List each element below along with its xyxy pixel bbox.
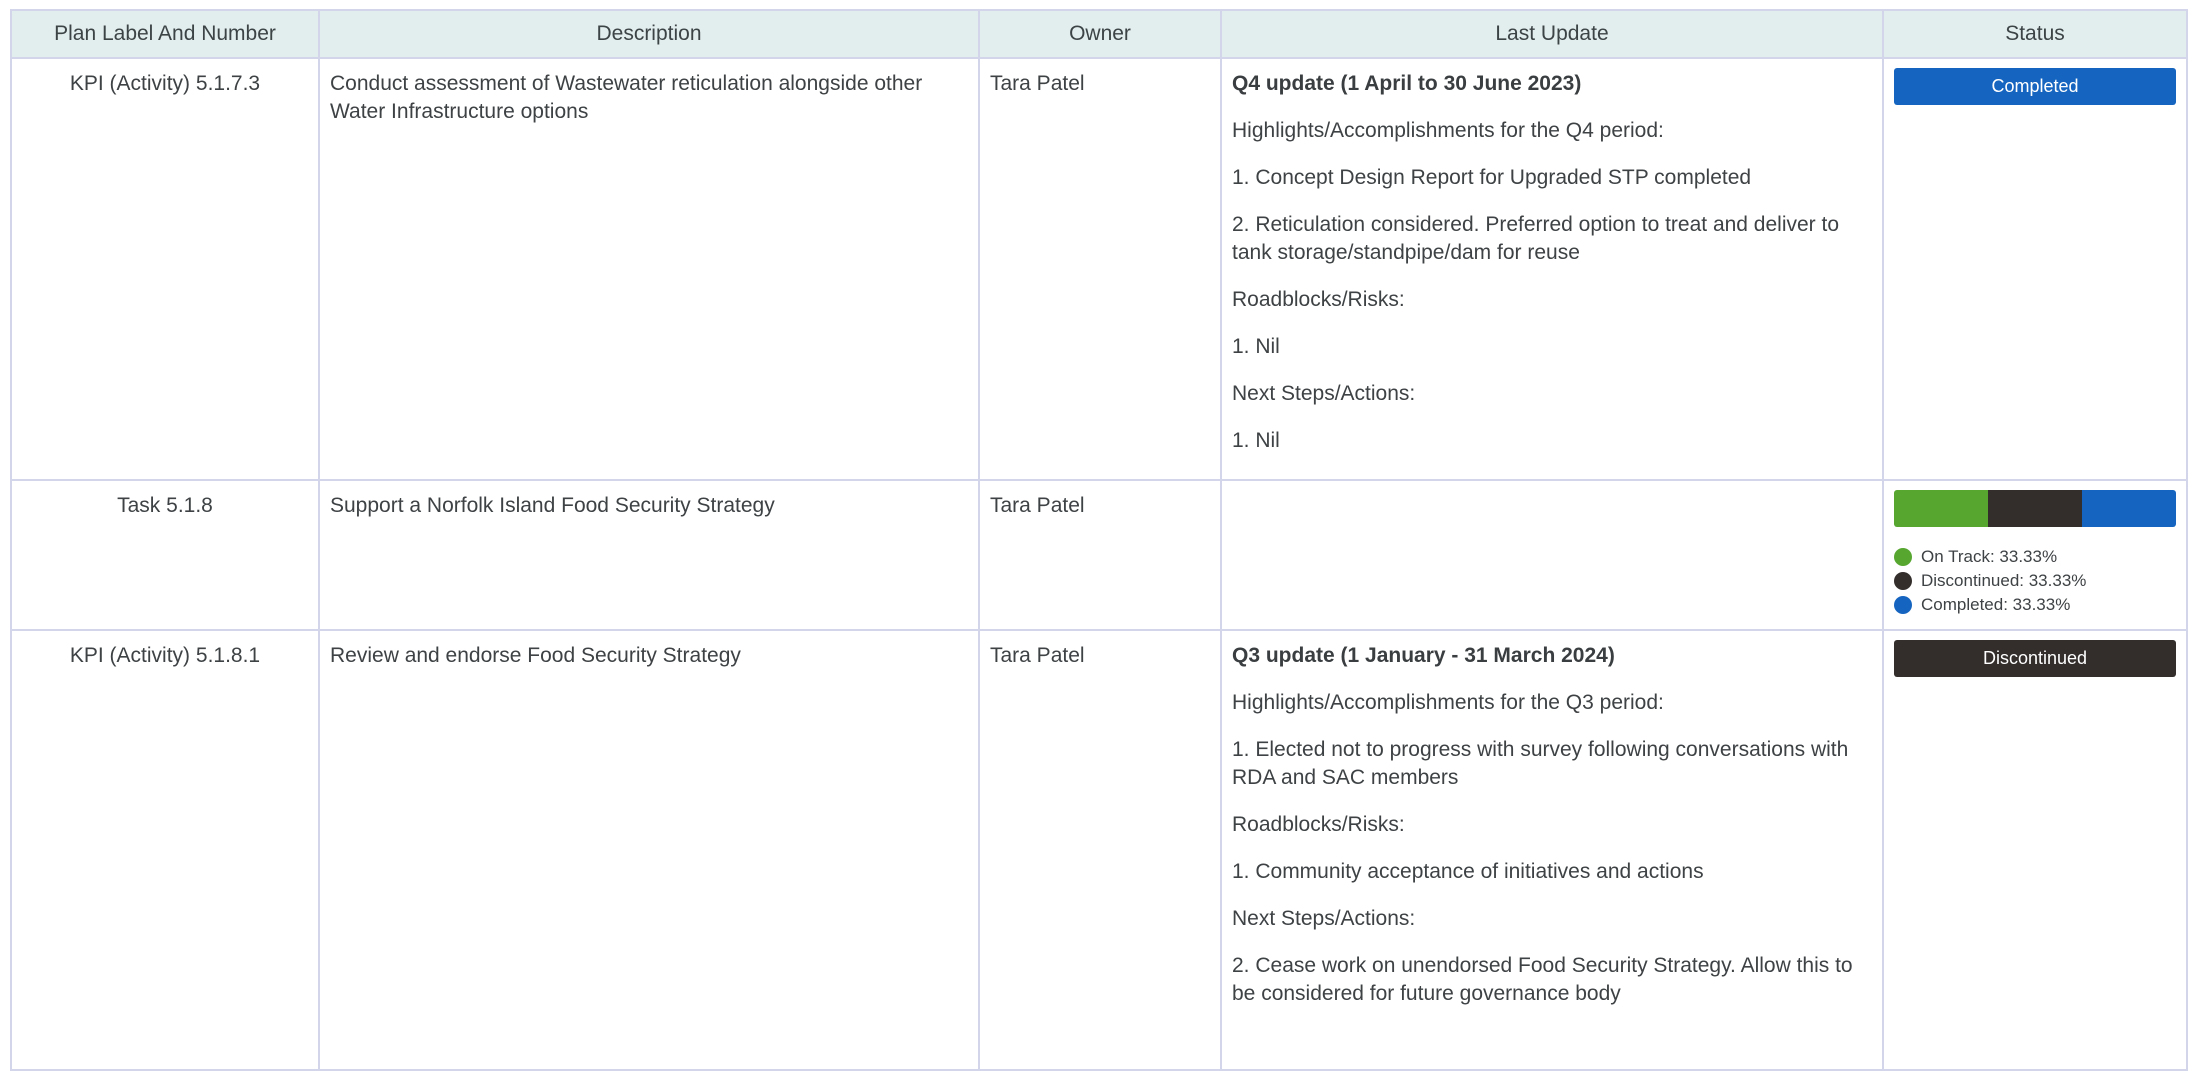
description-cell: Review and endorse Food Security Strateg… xyxy=(318,629,980,1071)
description-cell: Support a Norfolk Island Food Security S… xyxy=(318,479,980,631)
plan-table: Plan Label And Number Description Owner … xyxy=(10,9,2188,1071)
status-progress-bar[interactable] xyxy=(1894,490,2176,527)
update-title: Q4 update (1 April to 30 June 2023) xyxy=(1232,72,1582,95)
last-update-cell: Q4 update (1 April to 30 June 2023) High… xyxy=(1220,57,1884,481)
header-status[interactable]: Status xyxy=(1882,9,2188,59)
header-description[interactable]: Description xyxy=(318,9,980,59)
plan-label-cell[interactable]: KPI (Activity) 5.1.7.3 xyxy=(10,57,320,481)
table-row: KPI (Activity) 5.1.8.1 Review and endors… xyxy=(10,629,2188,1071)
owner-cell: Tara Patel xyxy=(978,57,1222,481)
legend-item-on-track: On Track: 33.33% xyxy=(1894,545,2176,569)
status-badge-discontinued[interactable]: Discontinued xyxy=(1894,640,2176,677)
legend-label: On Track: 33.33% xyxy=(1921,547,2058,566)
status-segment-completed xyxy=(2081,490,2176,527)
plan-label-cell[interactable]: KPI (Activity) 5.1.8.1 xyxy=(10,629,320,1071)
legend-label: Discontinued: 33.33% xyxy=(1921,571,2087,590)
update-line: Highlights/Accomplishments for the Q3 pe… xyxy=(1232,691,1664,714)
table-row: Task 5.1.8 Support a Norfolk Island Food… xyxy=(10,479,2188,631)
update-line: 1. Nil xyxy=(1232,429,1280,452)
update-line: Next Steps/Actions: xyxy=(1232,382,1416,405)
update-line: 2. Reticulation considered. Preferred op… xyxy=(1232,213,1840,264)
plan-label-cell[interactable]: Task 5.1.8 xyxy=(10,479,320,631)
status-segment-discontinued xyxy=(1987,490,2082,527)
update-line: Roadblocks/Risks: xyxy=(1232,813,1405,836)
status-cell: Completed xyxy=(1882,57,2188,481)
update-line: 1. Community acceptance of initiatives a… xyxy=(1232,860,1704,883)
status-badge-completed[interactable]: Completed xyxy=(1894,68,2176,105)
status-cell: On Track: 33.33% Discontinued: 33.33% Co… xyxy=(1882,479,2188,631)
legend-item-discontinued: Discontinued: 33.33% xyxy=(1894,569,2176,593)
update-line: Highlights/Accomplishments for the Q4 pe… xyxy=(1232,119,1664,142)
owner-cell: Tara Patel xyxy=(978,479,1222,631)
last-update-cell: Q3 update (1 January - 31 March 2024) Hi… xyxy=(1220,629,1884,1071)
description-cell: Conduct assessment of Wastewater reticul… xyxy=(318,57,980,481)
update-line: 1. Elected not to progress with survey f… xyxy=(1232,738,1849,789)
plan-table-container: Plan Label And Number Description Owner … xyxy=(10,9,2188,1071)
header-last-update[interactable]: Last Update xyxy=(1220,9,1884,59)
update-line: Roadblocks/Risks: xyxy=(1232,288,1405,311)
update-line: Next Steps/Actions: xyxy=(1232,907,1416,930)
header-owner[interactable]: Owner xyxy=(978,9,1222,59)
legend-label: Completed: 33.33% xyxy=(1921,595,2071,614)
on-track-dot-icon xyxy=(1894,548,1912,566)
table-header-row: Plan Label And Number Description Owner … xyxy=(10,9,2188,59)
owner-cell: Tara Patel xyxy=(978,629,1222,1071)
table-row: KPI (Activity) 5.1.7.3 Conduct assessmen… xyxy=(10,57,2188,481)
update-line: 2. Cease work on unendorsed Food Securit… xyxy=(1232,954,1853,1005)
update-title: Q3 update (1 January - 31 March 2024) xyxy=(1232,644,1615,667)
status-segment-on-track xyxy=(1894,490,1988,527)
discontinued-dot-icon xyxy=(1894,572,1912,590)
update-line: 1. Concept Design Report for Upgraded ST… xyxy=(1232,166,1752,189)
status-cell: Discontinued xyxy=(1882,629,2188,1071)
last-update-cell xyxy=(1220,479,1884,631)
update-line: 1. Nil xyxy=(1232,335,1280,358)
legend-item-completed: Completed: 33.33% xyxy=(1894,593,2176,617)
header-plan-label[interactable]: Plan Label And Number xyxy=(10,9,320,59)
completed-dot-icon xyxy=(1894,596,1912,614)
status-legend: On Track: 33.33% Discontinued: 33.33% Co… xyxy=(1894,545,2176,617)
